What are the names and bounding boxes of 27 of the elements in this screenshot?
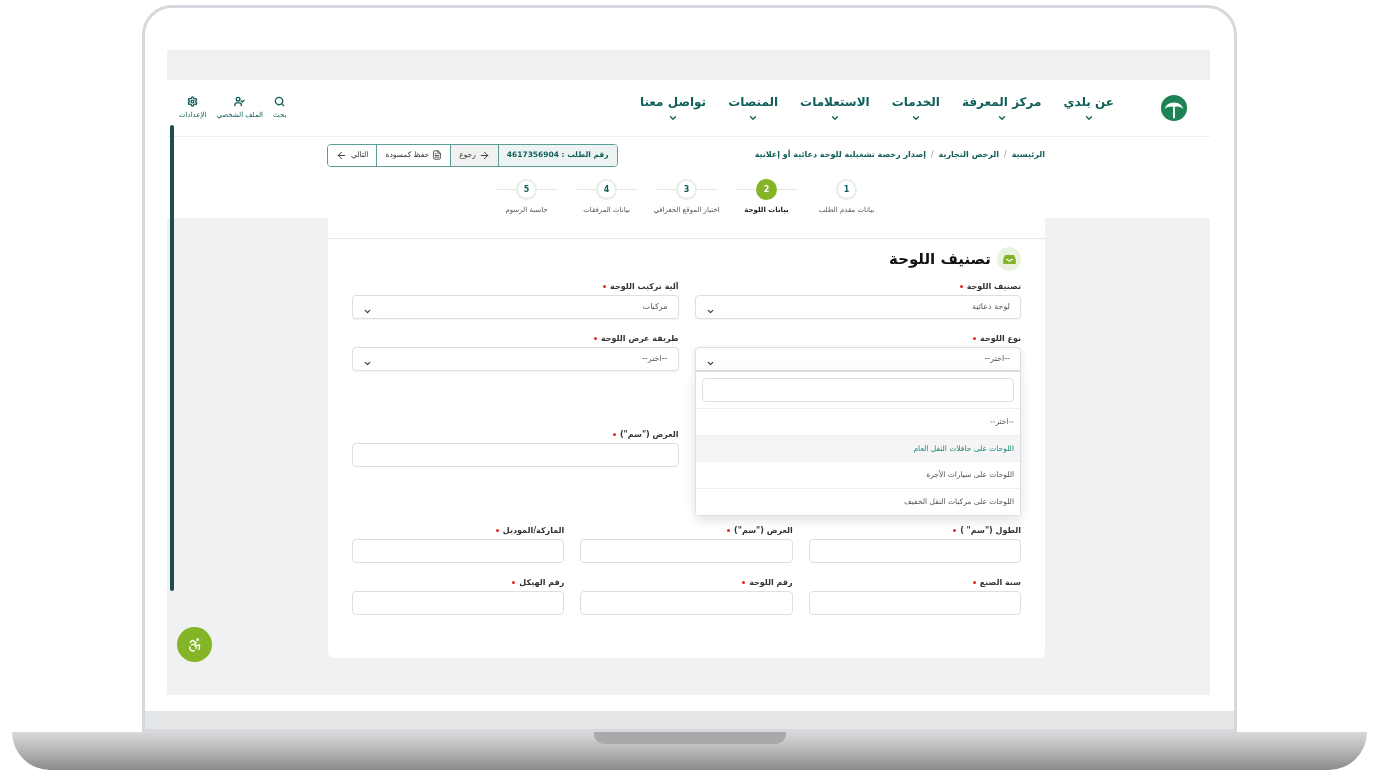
nav-menu-item[interactable]: الخدمات [891,93,940,123]
field-label: الطول ("سم" ) [960,525,1021,536]
select-field[interactable]: --اختر-- [352,347,679,371]
field-label: تصنيف اللوحة [966,281,1021,292]
nav-menu-item[interactable]: عن بلدي [1063,93,1114,123]
field-label: طريقة عرض اللوحة [600,333,679,344]
field-label: سنة الصنع [979,577,1021,588]
field-label: آلية تركيب اللوحة [610,281,679,292]
breadcrumb-separator: / [1004,149,1007,161]
field-label: الماركة/الموديل [502,525,565,536]
select-field[interactable]: مركبات [352,295,679,319]
breadcrumb-link[interactable]: إصدار رخصة تشغيلية للوحة دعائية أو إعلانية [754,149,926,161]
field-label: رقم الهيكل [519,577,565,588]
breadcrumb-link[interactable]: الرخص التجارية [938,149,1000,161]
section-title: تصنيف اللوحة [889,248,991,270]
nav-menu-item[interactable]: مركز المعرفة [961,93,1042,123]
field-label: رقم اللوحة [749,577,793,588]
breadcrumb-separator: / [930,149,934,161]
field-label: نوع اللوحة [980,333,1021,344]
nav-menu-item[interactable]: الاستعلامات [800,93,870,123]
breadcrumb-link[interactable]: الرئيسية [1011,149,1045,161]
nav-menu-item[interactable]: تواصل معنا [639,93,707,123]
select-field[interactable]: لوحة دعائية [694,295,1021,319]
field-label: العرض ("سم") [619,429,679,440]
select-field[interactable]: --اختر-- [694,347,1021,371]
nav-menu-item[interactable]: المنصات [728,93,779,123]
field-label: العرض ("سم") [734,525,793,536]
